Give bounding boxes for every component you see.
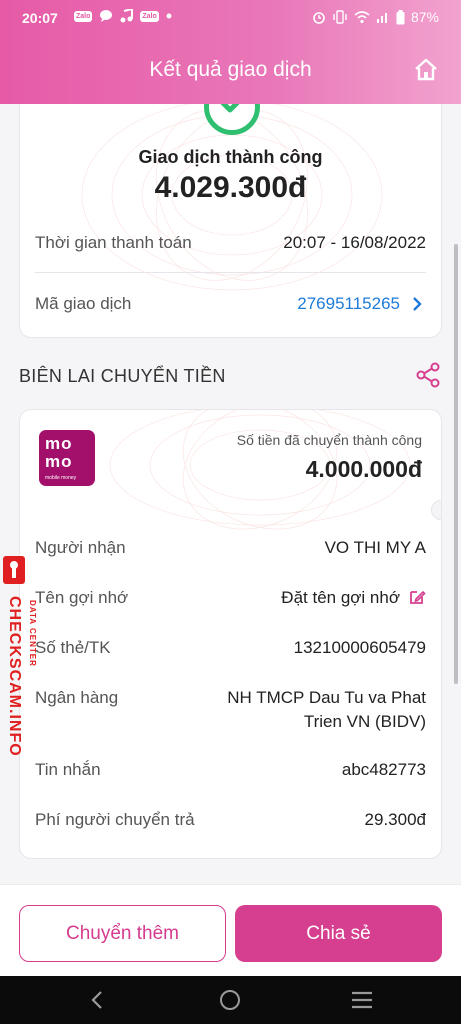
row-divider: [35, 272, 426, 273]
chevron-right-icon[interactable]: [412, 296, 422, 312]
sent-amount-label: Số tiền đã chuyển thành công: [236, 432, 422, 448]
receipt-section-title: BIÊN LAI CHUYỂN TIỀN: [19, 366, 226, 386]
total-amount: 4.029.300đ: [154, 171, 307, 204]
home-icon[interactable]: [413, 58, 439, 82]
watermark-subtext: DATA CENTER: [28, 600, 37, 667]
back-icon[interactable]: [89, 990, 105, 1010]
wifi-icon: [354, 11, 370, 24]
watermark-text: CHECKSCAM.INFO: [6, 596, 23, 757]
bank-label: Ngân hàng: [35, 688, 119, 707]
bank-value-line1: NH TMCP Dau Tu va Phat: [227, 688, 426, 707]
share-icon[interactable]: [415, 362, 441, 388]
bank-value-line2: Trien VN (BIDV): [303, 712, 426, 731]
zalo-icon: Zalo: [74, 10, 93, 22]
vibrate-icon: [333, 10, 347, 24]
page-title: Kết quả giao dịch: [149, 58, 312, 81]
status-time: 20:07: [22, 10, 58, 26]
notification-icons: Zalo Zalo: [74, 9, 172, 23]
scrollbar[interactable]: [454, 244, 458, 684]
fee-value: 29.300đ: [364, 810, 426, 829]
receipt-notch: [431, 500, 441, 520]
set-nickname-link[interactable]: Đặt tên gợi nhớ: [281, 588, 400, 608]
nickname-label: Tên gợi nhớ: [35, 588, 129, 607]
share-button[interactable]: Chia sẻ: [235, 905, 442, 962]
system-nav-bar: [0, 976, 461, 1024]
payment-time-value: 20:07 - 16/08/2022: [283, 233, 426, 252]
home-nav-icon[interactable]: [219, 989, 241, 1011]
success-message: Giao dịch thành công: [138, 147, 323, 167]
momo-logo: mo mo mobile money: [39, 430, 95, 486]
transaction-id-value[interactable]: 27695115265: [297, 294, 400, 314]
menu-icon[interactable]: [351, 991, 373, 1009]
fee-label: Phí người chuyển trả: [35, 810, 195, 829]
recipient-value: VO THI MY A: [324, 538, 426, 557]
scroll-content[interactable]: Giao dịch thành công 4.029.300đ Thời gia…: [0, 104, 461, 884]
signal-icon: [376, 13, 387, 23]
message-value: abc482773: [341, 760, 426, 779]
system-icons: 87%: [312, 9, 439, 25]
checkscam-watermark: CHECKSCAM.INFO DATA CENTER: [0, 556, 44, 776]
account-label: Số thẻ/TK: [35, 638, 111, 657]
edit-icon[interactable]: [408, 588, 426, 606]
account-value: 13210000605479: [293, 638, 426, 657]
payment-time-label: Thời gian thanh toán: [35, 233, 192, 252]
status-bar: 20:07 Zalo Zalo 87%: [0, 0, 461, 36]
header-bar: 20:07 Zalo Zalo 87% Kết quả giao dịch: [0, 0, 461, 104]
battery-percent: 87%: [410, 9, 439, 25]
alarm-icon: [313, 12, 325, 24]
sent-amount-value: 4.000.000đ: [305, 456, 422, 482]
success-check-icon: [204, 104, 260, 135]
dot-icon: [166, 13, 172, 19]
bottom-action-bar: Chuyển thêm Chia sẻ: [0, 884, 461, 976]
recipient-label: Người nhận: [35, 538, 126, 557]
zalo-icon-2: Zalo: [140, 10, 159, 22]
chat-bubble-icon: [100, 10, 113, 22]
music-icon: [120, 9, 134, 23]
transaction-id-label: Mã giao dịch: [35, 294, 132, 313]
transfer-more-button[interactable]: Chuyển thêm: [19, 905, 226, 962]
message-label: Tin nhắn: [35, 760, 101, 779]
result-card: Giao dịch thành công 4.029.300đ Thời gia…: [19, 104, 442, 338]
watermark-logo-icon: [3, 556, 25, 584]
battery-icon: [396, 9, 405, 24]
receipt-card: mo mo mobile money Số tiền đã chuyển thà…: [19, 409, 442, 859]
